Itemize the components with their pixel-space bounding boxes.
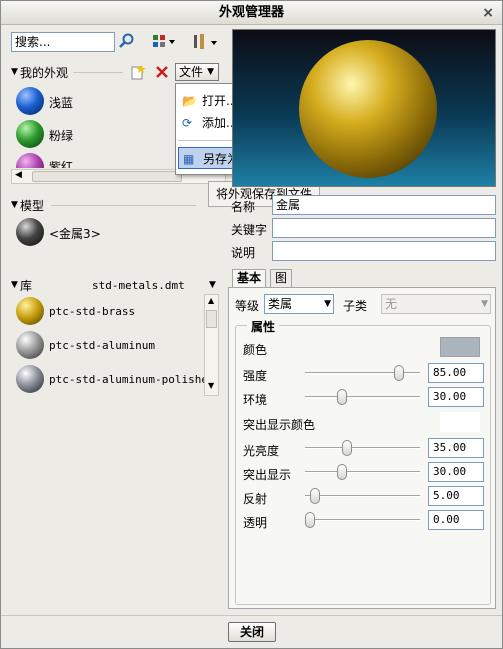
scrollbar-thumb[interactable]: [32, 171, 182, 182]
description-input[interactable]: [272, 241, 496, 261]
scroll-down-icon[interactable]: ▼: [208, 381, 214, 390]
reflection-value[interactable]: 5.00: [428, 486, 484, 506]
grade-value: 类属: [268, 297, 293, 311]
slider-label: 环境: [243, 393, 268, 407]
slider-track[interactable]: [305, 471, 420, 473]
list-item[interactable]: ptc-std-aluminum: [49, 339, 155, 352]
appearance-manager-window: 外观管理器 × 搜索... ▼ 我的外观 文件 ▼ 浅蓝 粉绿 紫红 ◀ 📂 打…: [0, 0, 503, 649]
name-input[interactable]: 金属: [272, 195, 496, 215]
highlight-value[interactable]: 30.00: [428, 462, 484, 482]
slider-label: 反射: [243, 492, 268, 506]
model-title: 模型: [20, 199, 45, 213]
swatch-light-blue[interactable]: [16, 87, 44, 115]
slider-thumb[interactable]: [336, 464, 347, 480]
swatch-brass[interactable]: [16, 297, 44, 325]
close-icon[interactable]: ×: [482, 1, 494, 25]
save-icon: ▦: [183, 152, 195, 166]
library-title: 库: [20, 279, 33, 293]
folder-icon: 📂: [182, 94, 197, 108]
highlight-color-label: 突出显示颜色: [243, 418, 316, 432]
preview-canvas: [232, 29, 496, 187]
slider-label: 透明: [243, 516, 268, 530]
file-menu-button[interactable]: 文件 ▼: [175, 63, 219, 81]
slider-track[interactable]: [305, 447, 420, 449]
scroll-up-icon[interactable]: ▲: [208, 296, 214, 305]
swatch-metal3[interactable]: [16, 218, 44, 246]
list-item[interactable]: <金属3>: [49, 225, 101, 242]
delete-icon[interactable]: [155, 65, 169, 79]
slider-track[interactable]: [305, 519, 420, 521]
file-button-label: 文件: [179, 65, 204, 79]
view-options-icon[interactable]: [153, 35, 177, 49]
tools-icon[interactable]: [192, 33, 218, 51]
slider-thumb[interactable]: [310, 488, 321, 504]
subclass-label: 子类: [343, 299, 368, 313]
close-button[interactable]: 关闭: [228, 622, 276, 642]
slider-track[interactable]: [305, 396, 420, 398]
slider-thumb[interactable]: [336, 389, 347, 405]
transparency-value[interactable]: 0.00: [428, 510, 484, 530]
color-swatch[interactable]: [440, 337, 480, 357]
collapse-my-appearances-icon[interactable]: ▼: [11, 67, 18, 77]
my-appearances-title: 我的外观: [20, 66, 69, 80]
highlight-color-swatch[interactable]: [440, 412, 480, 432]
divider: [73, 72, 123, 73]
footer-divider: [1, 615, 502, 616]
preview-sphere: [299, 40, 437, 178]
keyword-input[interactable]: [272, 218, 496, 238]
list-item[interactable]: ptc-std-brass: [49, 305, 135, 318]
grade-select[interactable]: 类属 ▼: [264, 294, 334, 314]
tab-map[interactable]: 图: [270, 269, 293, 287]
search-input[interactable]: 搜索...: [11, 32, 115, 52]
collapse-model-icon[interactable]: ▼: [11, 200, 18, 210]
swatch-purple-red[interactable]: [16, 153, 44, 168]
subclass-value: 无: [385, 297, 398, 311]
color-label: 颜色: [243, 343, 268, 357]
slider-track[interactable]: [305, 495, 420, 497]
chevron-down-icon: ▼: [207, 67, 214, 77]
name-label: 名称: [231, 200, 256, 214]
slider-label: 强度: [243, 369, 268, 383]
tab-basic[interactable]: 基本: [232, 269, 267, 287]
new-appearance-icon[interactable]: [130, 64, 146, 80]
slider-thumb[interactable]: [305, 512, 315, 528]
window-title: 外观管理器: [218, 5, 284, 20]
keyword-label: 关键字: [231, 223, 268, 237]
slider-thumb[interactable]: [341, 440, 352, 456]
add-icon: ⟳: [182, 116, 193, 130]
list-item[interactable]: ptc-std-aluminum-polished: [49, 373, 215, 386]
description-label: 说明: [231, 246, 256, 260]
slider-label: 光亮度: [243, 444, 280, 458]
collapse-library-icon[interactable]: ▼: [11, 280, 18, 290]
shininess-value[interactable]: 35.00: [428, 438, 484, 458]
library-file: std-metals.dmt: [92, 279, 185, 292]
properties-group-title: 属性: [247, 318, 280, 335]
chevron-down-icon[interactable]: ▼: [209, 280, 216, 290]
list-item[interactable]: 紫红: [49, 158, 73, 168]
vertical-scrollbar[interactable]: ▲ ▼: [204, 294, 219, 396]
grade-label: 等级: [235, 299, 260, 313]
scrollbar-thumb[interactable]: [206, 310, 217, 328]
intensity-value[interactable]: 85.00: [428, 363, 484, 383]
slider-thumb[interactable]: [394, 365, 405, 381]
search-icon[interactable]: [118, 33, 134, 49]
list-item[interactable]: 粉绿: [49, 127, 73, 144]
swatch-aluminum-polished[interactable]: [16, 365, 44, 393]
scroll-left-icon[interactable]: ◀: [15, 170, 22, 180]
slider-label: 突出显示: [243, 468, 292, 482]
chevron-down-icon: ▼: [324, 299, 331, 309]
swatch-pink-green[interactable]: [16, 120, 44, 148]
title-bar: 外观管理器 ×: [1, 1, 502, 25]
list-item[interactable]: 浅蓝: [49, 94, 73, 111]
divider: [51, 205, 196, 206]
swatch-aluminum[interactable]: [16, 331, 44, 359]
list-clip: 紫红: [11, 153, 181, 168]
chevron-down-icon: ▼: [481, 299, 488, 309]
ambient-value[interactable]: 30.00: [428, 387, 484, 407]
subclass-select[interactable]: 无 ▼: [381, 294, 491, 314]
